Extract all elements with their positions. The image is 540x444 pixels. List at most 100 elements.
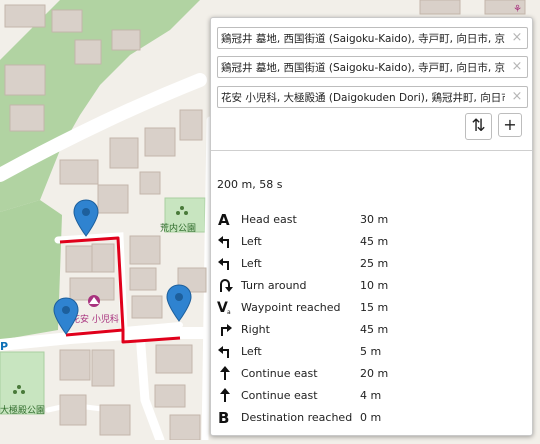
- building: [51, 9, 83, 33]
- instruction-text: Turn around: [241, 278, 307, 292]
- routing-panel: × × × ⇅ + 200 m, 58 s A Head east 30 m L…: [210, 17, 533, 436]
- playground-icon-dot: [17, 385, 21, 389]
- building: [419, 0, 461, 15]
- panel-divider: [211, 150, 532, 151]
- reverse-waypoints-button[interactable]: ⇅: [465, 113, 492, 140]
- building: [111, 29, 141, 51]
- remove-waypoint-icon[interactable]: ×: [511, 60, 523, 74]
- add-waypoint-button[interactable]: +: [498, 113, 522, 137]
- depart-icon: A: [218, 211, 230, 227]
- parking-icon: P: [0, 340, 8, 353]
- instruction-row[interactable]: A Head east 30 m: [217, 208, 517, 230]
- continue-icon: [220, 366, 230, 380]
- building: [179, 109, 203, 141]
- instruction-distance: 25 m: [360, 256, 389, 270]
- turn-left-icon: [218, 236, 229, 248]
- instruction-distance: 30 m: [360, 212, 389, 226]
- building: [4, 64, 46, 96]
- remove-waypoint-icon[interactable]: ×: [511, 31, 523, 45]
- route-summary: 200 m, 58 s: [217, 178, 283, 191]
- instruction-icon-cell: B: [217, 406, 239, 428]
- building: [169, 414, 201, 441]
- instructions-table: A Head east 30 m Left 45 m Left 25 m Tur…: [217, 208, 517, 428]
- instruction-icon-cell: [217, 384, 239, 406]
- building: [74, 39, 102, 65]
- instruction-icon-cell: [217, 252, 239, 274]
- building: [154, 384, 186, 408]
- instruction-text: Left: [241, 234, 262, 248]
- instruction-row[interactable]: Turn around 10 m: [217, 274, 517, 296]
- instruction-icon-cell: [217, 318, 239, 340]
- building: [59, 159, 99, 185]
- instruction-row[interactable]: Continue east 4 m: [217, 384, 517, 406]
- svg-text:B: B: [218, 409, 229, 425]
- instruction-row[interactable]: Left 5 m: [217, 340, 517, 362]
- instruction-text: Left: [241, 256, 262, 270]
- instruction-icon-cell: Va: [217, 296, 239, 318]
- instruction-row[interactable]: Left 45 m: [217, 230, 517, 252]
- continue-icon: [220, 388, 230, 402]
- building: [155, 344, 193, 374]
- waypoint-row-2: ×: [217, 56, 528, 78]
- instruction-row[interactable]: Continue east 20 m: [217, 362, 517, 384]
- clinic-poi-icon[interactable]: [88, 295, 100, 307]
- clinic-label: 花安 小児科: [71, 313, 119, 325]
- building: [91, 243, 115, 273]
- turn-left-icon: [218, 258, 229, 270]
- waypoint-row-3: ×: [217, 86, 528, 108]
- turn-left-icon: [218, 346, 229, 358]
- instruction-distance: 15 m: [360, 300, 389, 314]
- building: [9, 104, 45, 132]
- waypoint-input-1[interactable]: [219, 29, 507, 47]
- building: [91, 349, 115, 387]
- building: [99, 404, 131, 436]
- playground-icon-dot: [184, 211, 188, 215]
- marker-pin-dot: [82, 208, 90, 216]
- instruction-row[interactable]: Left 25 m: [217, 252, 517, 274]
- building: [109, 137, 139, 169]
- instruction-distance: 20 m: [360, 366, 389, 380]
- building: [139, 171, 161, 195]
- svg-text:a: a: [227, 309, 231, 315]
- park-label-bottom: 大極殿公園: [0, 404, 45, 416]
- instruction-row[interactable]: Right 45 m: [217, 318, 517, 340]
- turn-right-icon: [221, 324, 232, 336]
- instruction-icon-cell: [217, 340, 239, 362]
- playground-icon-dot: [13, 390, 17, 394]
- instruction-distance: 45 m: [360, 322, 389, 336]
- building: [131, 295, 163, 319]
- instruction-row[interactable]: Va Waypoint reached 15 m: [217, 296, 517, 318]
- remove-waypoint-icon[interactable]: ×: [511, 90, 523, 104]
- instruction-distance: 10 m: [360, 278, 389, 292]
- woodland-area: [0, 200, 62, 340]
- building: [59, 394, 87, 426]
- u-turn-icon: [220, 279, 233, 292]
- instruction-icon-cell: [217, 230, 239, 252]
- park-label-top: 荒内公園: [160, 222, 196, 234]
- building: [129, 267, 157, 291]
- instruction-text: Left: [241, 344, 262, 358]
- building: [97, 184, 129, 214]
- playground-icon-dot: [180, 206, 184, 210]
- instruction-text: Right: [241, 322, 270, 336]
- instruction-distance: 0 m: [360, 410, 382, 424]
- building: [144, 127, 176, 157]
- instruction-text: Waypoint reached: [241, 300, 341, 314]
- instruction-distance: 4 m: [360, 388, 382, 402]
- instruction-icon-cell: [217, 274, 239, 296]
- instruction-row[interactable]: B Destination reached 0 m: [217, 406, 517, 428]
- instruction-icon-cell: [217, 362, 239, 384]
- instruction-text: Continue east: [241, 366, 318, 380]
- waypoint-input-3[interactable]: [219, 88, 507, 106]
- marker-pin-dot: [62, 306, 70, 314]
- waypoint-icon: Va: [217, 300, 231, 315]
- waypoint-input-2[interactable]: [219, 58, 507, 76]
- building: [129, 235, 161, 265]
- building: [59, 349, 91, 381]
- playground-icon-dot: [21, 390, 25, 394]
- building: [4, 4, 46, 28]
- playground-icon-dot: [176, 211, 180, 215]
- building: [65, 245, 93, 273]
- park-area-bottom: [0, 351, 45, 415]
- marker-pin-dot: [175, 293, 183, 301]
